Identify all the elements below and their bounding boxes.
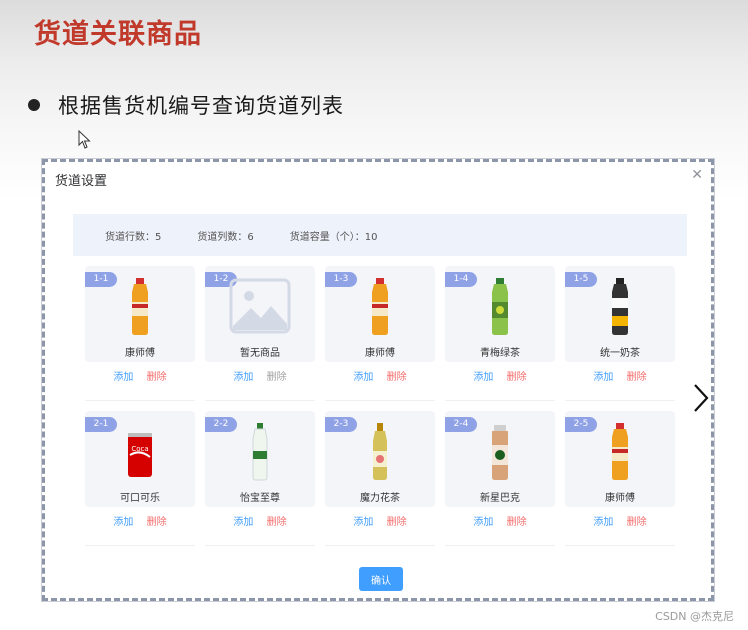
product-image-area: 2-3 魔力花茶 — [325, 411, 435, 507]
product-image-area: 1-5 统一奶茶 — [565, 266, 675, 362]
product-name: 康师傅 — [125, 348, 155, 359]
channel-info-bar: 货道行数：5 货道列数：6 货道容量（个）：10 — [73, 214, 687, 256]
tea-bottle-product-icon — [612, 423, 628, 480]
delete-product-link[interactable]: 删除 — [267, 372, 287, 383]
channel-card: 2-3 魔力花茶 添加 删除 — [325, 411, 435, 546]
product-name: 暂无商品 — [240, 348, 280, 359]
water-bottle-product-icon — [252, 423, 268, 481]
delete-product-link[interactable]: 删除 — [627, 372, 647, 383]
product-image-area: 1-2 暂无商品 — [205, 266, 315, 362]
channel-actions: 添加 删除 — [85, 368, 195, 383]
channel-code-badge: 2-5 — [565, 417, 597, 432]
channel-actions: 添加 删除 — [445, 368, 555, 383]
channel-code-badge: 1-3 — [325, 272, 357, 287]
add-product-link[interactable]: 添加 — [473, 372, 493, 383]
channel-actions: 添加 删除 — [565, 368, 675, 383]
green-bottle-product-icon — [492, 278, 508, 335]
channel-card: 1-5 统一奶茶 添加 删除 — [565, 266, 675, 401]
product-image-area: 2-5 康师傅 — [565, 411, 675, 507]
channel-code-badge: 2-3 — [325, 417, 357, 432]
channel-code-badge: 1-5 — [565, 272, 597, 287]
channel-code-badge: 1-1 — [85, 272, 117, 287]
channel-rows-info: 货道行数：5 — [105, 231, 162, 243]
confirm-button[interactable]: 确认 — [359, 567, 403, 591]
delete-product-link[interactable]: 删除 — [507, 372, 527, 383]
coffee-bottle-product-icon — [492, 425, 508, 480]
add-product-link[interactable]: 添加 — [113, 517, 133, 528]
channel-card: 2-1 Coca 可口可乐 添加 删除 — [85, 411, 195, 546]
bullet-dot-icon — [28, 99, 40, 111]
channel-code-badge: 2-1 — [85, 417, 117, 432]
bullet-row: 根据售货机编号查询货道列表 — [28, 90, 344, 120]
channel-card: 1-3 康师傅 添加 删除 — [325, 266, 435, 401]
product-name: 新星巴克 — [480, 493, 520, 504]
add-product-link[interactable]: 添加 — [233, 372, 253, 383]
channel-actions: 添加 删除 — [205, 368, 315, 383]
next-page-icon[interactable] — [692, 383, 710, 413]
product-name: 魔力花茶 — [360, 493, 400, 504]
mouse-cursor-icon — [78, 130, 91, 149]
delete-product-link[interactable]: 删除 — [147, 372, 167, 383]
add-product-link[interactable]: 添加 — [593, 372, 613, 383]
add-product-link[interactable]: 添加 — [233, 517, 253, 528]
image-placeholder-icon — [229, 278, 291, 334]
channel-code-badge: 1-4 — [445, 272, 477, 287]
product-name: 可口可乐 — [120, 493, 160, 504]
product-name: 康师傅 — [365, 348, 395, 359]
channel-card: 1-2 暂无商品 添加 删除 — [205, 266, 315, 401]
channel-actions: 添加 删除 — [85, 513, 195, 528]
channel-settings-dialog: 货道设置 ✕ 货道行数：5 货道列数：6 货道容量（个）：10 1-1 康师傅 … — [42, 159, 714, 601]
channel-actions: 添加 删除 — [565, 513, 675, 528]
add-product-link[interactable]: 添加 — [473, 517, 493, 528]
channel-actions: 添加 删除 — [445, 513, 555, 528]
channel-actions: 添加 删除 — [205, 513, 315, 528]
close-icon[interactable]: ✕ — [691, 167, 703, 183]
svg-text:Coca: Coca — [131, 445, 148, 453]
delete-product-link[interactable]: 删除 — [267, 517, 287, 528]
add-product-link[interactable]: 添加 — [353, 372, 373, 383]
channel-capacity-info: 货道容量（个）：10 — [289, 231, 378, 243]
delete-product-link[interactable]: 删除 — [627, 517, 647, 528]
channel-actions: 添加 删除 — [325, 368, 435, 383]
dialog-title: 货道设置 — [55, 174, 108, 189]
product-image-area: 2-2 怡宝至尊 — [205, 411, 315, 507]
channel-code-badge: 2-2 — [205, 417, 237, 432]
product-image-area: 1-3 康师傅 — [325, 266, 435, 362]
flower-bottle-product-icon — [373, 423, 387, 480]
channel-grid: 1-1 康师傅 添加 删除 1-2 暂无商品 添加 删除 1-3 康师傅 添加 — [85, 266, 677, 546]
product-image-area: 2-1 Coca 可口可乐 — [85, 411, 195, 507]
product-name: 怡宝至尊 — [240, 493, 280, 504]
delete-product-link[interactable]: 删除 — [147, 517, 167, 528]
channel-card: 2-2 怡宝至尊 添加 删除 — [205, 411, 315, 546]
slide-title: 货道关联商品 — [34, 19, 202, 50]
add-product-link[interactable]: 添加 — [113, 372, 133, 383]
product-image-area: 1-1 康师傅 — [85, 266, 195, 362]
channel-card: 1-1 康师傅 添加 删除 — [85, 266, 195, 401]
channel-card: 2-5 康师傅 添加 删除 — [565, 411, 675, 546]
product-name: 康师傅 — [605, 493, 635, 504]
channel-code-badge: 2-4 — [445, 417, 477, 432]
tea-bottle-product-icon — [132, 278, 148, 335]
channel-card: 1-4 青梅绿茶 添加 删除 — [445, 266, 555, 401]
channel-card: 2-4 新星巴克 添加 删除 — [445, 411, 555, 546]
product-name: 统一奶茶 — [600, 348, 640, 359]
add-product-link[interactable]: 添加 — [593, 517, 613, 528]
bullet-text: 根据售货机编号查询货道列表 — [58, 94, 344, 118]
delete-product-link[interactable]: 删除 — [387, 372, 407, 383]
watermark: CSDN @杰克尼 — [655, 610, 734, 623]
product-image-area: 2-4 新星巴克 — [445, 411, 555, 507]
channel-cols-info: 货道列数：6 — [197, 231, 254, 243]
add-product-link[interactable]: 添加 — [353, 517, 373, 528]
channel-actions: 添加 删除 — [325, 513, 435, 528]
delete-product-link[interactable]: 删除 — [507, 517, 527, 528]
product-image-area: 1-4 青梅绿茶 — [445, 266, 555, 362]
cola-can-product-icon: Coca — [128, 433, 152, 477]
product-name: 青梅绿茶 — [480, 348, 520, 359]
delete-product-link[interactable]: 删除 — [387, 517, 407, 528]
dark-bottle-product-icon — [612, 278, 628, 335]
tea-bottle-product-icon — [372, 278, 388, 335]
